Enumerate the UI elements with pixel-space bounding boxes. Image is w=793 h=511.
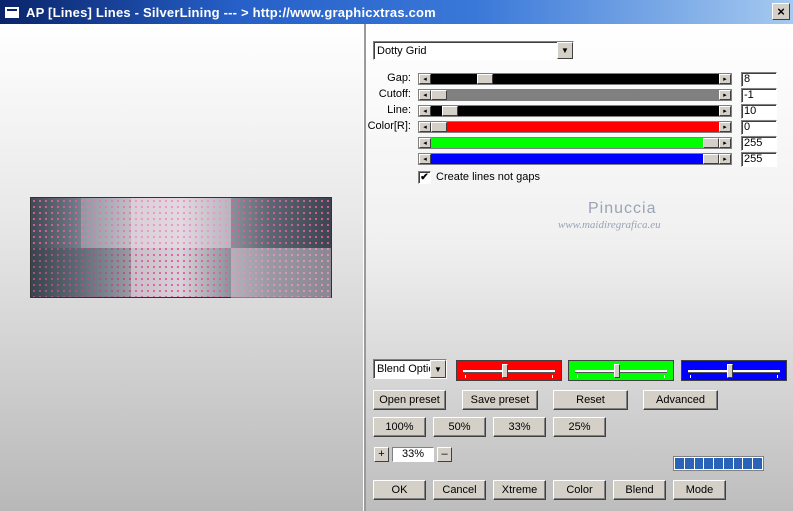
slider-track: [575, 370, 667, 372]
slider-ticks: [690, 375, 778, 378]
window-icon: [5, 6, 19, 18]
green-color-slider[interactable]: [568, 360, 674, 381]
value-slider[interactable]: ◂ ▸: [418, 73, 732, 85]
slider-value-field[interactable]: 255: [741, 152, 777, 167]
progress-segment: [675, 458, 684, 469]
slider-track: [431, 106, 719, 116]
watermark-title: Pinuccia: [588, 200, 657, 217]
blend-options-dropdown[interactable]: Blend Optio ▼: [373, 359, 447, 379]
arrow-left-icon[interactable]: ◂: [419, 106, 431, 116]
preset-dropdown[interactable]: Dotty Grid ▼: [373, 41, 574, 60]
blend-button[interactable]: Blend: [613, 480, 666, 500]
slider-track: [688, 370, 780, 372]
preview-image: [30, 197, 332, 298]
preview-tile: [131, 198, 231, 248]
slider-track: [431, 122, 719, 132]
red-color-slider[interactable]: [456, 360, 562, 381]
zoom-in-button[interactable]: +: [374, 447, 389, 462]
arrow-right-icon[interactable]: ▸: [719, 122, 731, 132]
reset-button[interactable]: Reset: [553, 390, 628, 410]
zoom-50-button[interactable]: 50%: [433, 417, 486, 437]
mode-button[interactable]: Mode: [673, 480, 726, 500]
slider-value-field[interactable]: 10: [741, 104, 777, 119]
zoom-33-button[interactable]: 33%: [493, 417, 546, 437]
value-slider[interactable]: ◂ ▸: [418, 153, 732, 165]
slider-track: [463, 370, 555, 372]
slider-thumb[interactable]: [703, 154, 719, 164]
slider-thumb[interactable]: [613, 364, 620, 378]
xtreme-button[interactable]: Xtreme: [493, 480, 546, 500]
slider-label: Line:: [387, 104, 411, 116]
arrow-left-icon[interactable]: ◂: [419, 122, 431, 132]
arrow-right-icon[interactable]: ▸: [719, 154, 731, 164]
arrow-left-icon[interactable]: ◂: [419, 138, 431, 148]
preview-tile: [31, 248, 131, 298]
value-slider[interactable]: ◂ ▸: [418, 121, 732, 133]
zoom-100-button[interactable]: 100%: [373, 417, 426, 437]
blue-color-slider[interactable]: [681, 360, 787, 381]
zoom-out-button[interactable]: –: [437, 447, 452, 462]
progress-segment: [753, 458, 763, 469]
slider-thumb[interactable]: [477, 74, 494, 84]
create-lines-label: Create lines not gaps: [436, 171, 540, 183]
slider-label: Gap:: [387, 72, 411, 84]
slider-value-field[interactable]: 8: [741, 72, 777, 87]
arrow-left-icon[interactable]: ◂: [419, 90, 431, 100]
slider-thumb[interactable]: [431, 122, 447, 132]
progress-segment: [723, 458, 733, 469]
slider-track: [431, 74, 719, 84]
value-slider[interactable]: ◂ ▸: [418, 137, 732, 149]
slider-thumb[interactable]: [501, 364, 508, 378]
blend-options-value: Blend Optio: [377, 363, 430, 375]
slider-label: Cutoff:: [378, 88, 411, 100]
slider-track: [431, 154, 719, 164]
open-preset-button[interactable]: Open preset: [373, 390, 446, 410]
slider-label: Color[R]:: [367, 120, 411, 132]
chevron-down-icon[interactable]: ▼: [430, 360, 446, 378]
slider-value-field[interactable]: 255: [741, 136, 777, 151]
advanced-button[interactable]: Advanced: [643, 390, 718, 410]
color-button[interactable]: Color: [553, 480, 606, 500]
progress-segment: [684, 458, 694, 469]
progress-segment: [694, 458, 704, 469]
progress-segment: [704, 458, 714, 469]
arrow-right-icon[interactable]: ▸: [719, 106, 731, 116]
progress-indicator: [673, 456, 764, 471]
slider-value-field[interactable]: -1: [741, 88, 777, 103]
slider-track: [431, 90, 719, 100]
preset-dropdown-value: Dotty Grid: [377, 44, 427, 57]
slider-ticks: [465, 375, 553, 378]
arrow-right-icon[interactable]: ▸: [719, 90, 731, 100]
progress-segment: [743, 458, 753, 469]
slider-value-field[interactable]: 0: [741, 120, 777, 135]
progress-segment: [733, 458, 743, 469]
value-slider[interactable]: ◂ ▸: [418, 89, 732, 101]
slider-ticks: [577, 375, 665, 378]
window-title: AP [Lines] Lines - SilverLining --- > ht…: [26, 4, 436, 20]
slider-thumb[interactable]: [441, 106, 458, 116]
arrow-left-icon[interactable]: ◂: [419, 154, 431, 164]
slider-thumb[interactable]: [431, 90, 447, 100]
create-lines-checkbox[interactable]: ✔: [418, 171, 431, 184]
slider-thumb[interactable]: [726, 364, 733, 378]
save-preset-button[interactable]: Save preset: [462, 390, 538, 410]
slider-thumb[interactable]: [703, 138, 719, 148]
title-bar: AP [Lines] Lines - SilverLining --- > ht…: [0, 0, 793, 24]
value-slider[interactable]: ◂ ▸: [418, 105, 732, 117]
watermark-subtitle: www.maidiregrafica.eu: [558, 219, 661, 231]
progress-segment: [714, 458, 723, 469]
cancel-button[interactable]: Cancel: [433, 480, 486, 500]
zoom-level-field[interactable]: 33%: [392, 447, 434, 462]
zoom-25-button[interactable]: 25%: [553, 417, 606, 437]
chevron-down-icon[interactable]: ▼: [557, 42, 573, 59]
arrow-left-icon[interactable]: ◂: [419, 74, 431, 84]
slider-track: [431, 138, 719, 148]
preview-tile: [231, 248, 331, 298]
close-button[interactable]: ×: [772, 3, 790, 20]
arrow-right-icon[interactable]: ▸: [719, 138, 731, 148]
arrow-right-icon[interactable]: ▸: [719, 74, 731, 84]
preview-tile: [81, 198, 131, 248]
ok-button[interactable]: OK: [373, 480, 426, 500]
